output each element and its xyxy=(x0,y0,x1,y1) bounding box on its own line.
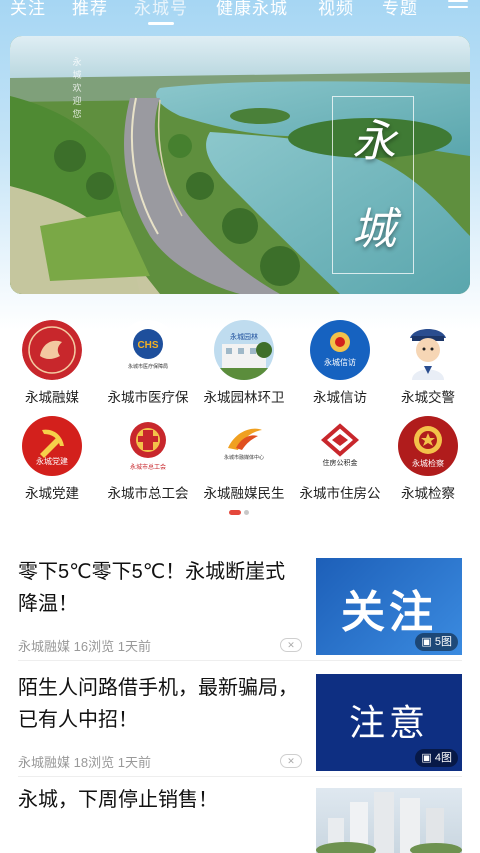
shortcut-rongmei-minsheng[interactable]: 永城市融媒体中心 永城融媒民生 xyxy=(196,414,292,508)
image-count-badge: ▣ 4图 xyxy=(415,749,458,767)
tab-jiankang-yongcheng[interactable]: 健康永城 xyxy=(216,0,288,19)
page-dot xyxy=(244,510,249,515)
petition-emblem-icon: 永城信访 xyxy=(310,320,370,380)
banner-title-frame: 永 城 xyxy=(332,96,414,274)
icon-caption: 永城信访 xyxy=(324,358,356,367)
icon-caption: 永城党建 xyxy=(36,457,68,466)
shortcut-label: 永城交警 xyxy=(401,390,455,405)
shortcut-label: 永城市住房公 xyxy=(299,486,381,501)
shortcut-label: 永城信访 xyxy=(313,390,367,405)
banner-vertical-text: 永城欢迎您 xyxy=(72,57,82,119)
shortcut-label: 永城融媒 xyxy=(25,390,79,405)
icon-caption: 永城市总工会 xyxy=(129,465,166,471)
icon-caption: 永城园林 xyxy=(230,334,258,341)
trade-union-emblem-icon: 永城市总工会 xyxy=(118,416,178,476)
news-source: 永城融媒 xyxy=(18,755,71,770)
news-views: 18浏览 xyxy=(73,755,115,770)
news-title: 陌生人问路借手机，最新骗局，已有人中招！ xyxy=(18,677,298,731)
news-thumbnail: 注意 ▣ 4图 xyxy=(316,674,462,771)
shortcut-jiaojing[interactable]: 永城交警 xyxy=(380,318,476,412)
procuratorate-emblem-icon: 永城检察 xyxy=(398,416,458,476)
shortcut-label: 永城融媒民生 xyxy=(203,486,285,501)
news-source: 永城融媒 xyxy=(18,639,71,654)
shortcut-dangjian[interactable]: 永城党建 永城党建 xyxy=(4,414,100,508)
tab-guanzhu[interactable]: 关注 xyxy=(10,0,46,19)
menu-icon[interactable] xyxy=(448,0,468,12)
divider xyxy=(18,660,462,661)
shortcut-jiancha[interactable]: 永城检察 永城检察 xyxy=(380,414,476,508)
shortcut-label: 永城党建 xyxy=(25,486,79,501)
news-meta: 永城融媒 16浏览 1天前 xyxy=(18,636,151,655)
shortcut-xinfang[interactable]: 永城信访 永城信访 xyxy=(292,318,388,412)
news-title: 零下5℃零下5℃！永城断崖式降温！ xyxy=(18,561,286,615)
icon-caption: 住房公积金 xyxy=(322,460,358,467)
traffic-police-avatar-icon xyxy=(398,320,458,380)
medical-security-logo-icon: CHS 永城市医疗保障局 xyxy=(118,320,178,380)
image-icon: ▣ xyxy=(421,636,432,648)
thumbnail-text: 关注 xyxy=(341,588,437,637)
svg-text:CHS: CHS xyxy=(137,340,158,351)
garden-sanitation-photo-icon: 永城园林 xyxy=(214,320,274,380)
news-thumbnail xyxy=(316,788,462,853)
thumbnail-text: 注意 xyxy=(348,702,429,743)
channel-nav: 关注 推荐 永城号 健康永城 视频 专题 xyxy=(0,0,480,25)
shortcut-zhufang-gongjijin[interactable]: 住房公积金 永城市住房公 xyxy=(292,414,388,508)
banner-title-char-1: 永 xyxy=(352,116,396,167)
shortcut-yuanlin-huanwei[interactable]: 永城园林 永城园林环卫 xyxy=(196,318,292,412)
divider xyxy=(18,776,462,777)
shortcut-yongcheng-rongmei[interactable]: 永城融媒 xyxy=(4,318,100,412)
news-time: 1天前 xyxy=(117,755,151,770)
shortcut-yiliaobao[interactable]: CHS 永城市医疗保障局 永城市医疗保 xyxy=(100,318,196,412)
image-count-badge: ▣ 5图 xyxy=(415,633,458,651)
tab-shipin[interactable]: 视频 xyxy=(318,0,354,19)
tab-zhuanti[interactable]: 专题 xyxy=(382,0,418,19)
news-time: 1天前 xyxy=(117,639,151,654)
shortcut-label: 永城市总工会 xyxy=(107,486,189,501)
rongmei-logo-icon xyxy=(22,320,82,380)
news-views: 16浏览 xyxy=(73,639,115,654)
party-emblem-icon: 永城党建 xyxy=(22,416,82,476)
tab-yongchenghao[interactable]: 永城号 xyxy=(134,0,188,25)
image-icon: ▣ xyxy=(421,752,432,764)
shortcut-label: 永城检察 xyxy=(401,486,455,501)
shortcut-grid: 永城融媒 CHS 永城市医疗保障局 永城市医疗保 永城园林 永城园林环卫 永城信… xyxy=(0,318,480,508)
housing-fund-logo-icon: 住房公积金 xyxy=(310,416,370,476)
icon-caption: 永城市医疗保障局 xyxy=(127,364,168,370)
dismiss-icon[interactable]: ✕ xyxy=(280,754,302,768)
icon-caption: 永城检察 xyxy=(412,459,444,468)
page-dot-active xyxy=(229,510,241,515)
tab-tuijian[interactable]: 推荐 xyxy=(72,0,108,19)
shortcut-label: 永城园林环卫 xyxy=(203,390,285,405)
banner-title-char-2: 城 xyxy=(352,204,396,255)
shortcut-zonggonghui[interactable]: 永城市总工会 永城市总工会 xyxy=(100,414,196,508)
media-center-logo-icon: 永城市融媒体中心 xyxy=(214,416,274,476)
hero-banner[interactable]: 永城欢迎您 永 城 xyxy=(10,36,470,294)
dismiss-icon[interactable]: ✕ xyxy=(280,638,302,652)
icon-caption: 永城市融媒体中心 xyxy=(223,455,264,461)
news-thumbnail: 关注 ▣ 5图 xyxy=(316,558,462,655)
news-meta: 永城融媒 18浏览 1天前 xyxy=(18,752,151,771)
building-photo xyxy=(316,792,462,853)
shortcut-label: 永城市医疗保 xyxy=(107,390,189,405)
news-title: 永城，下周停止销售！ xyxy=(18,789,218,811)
